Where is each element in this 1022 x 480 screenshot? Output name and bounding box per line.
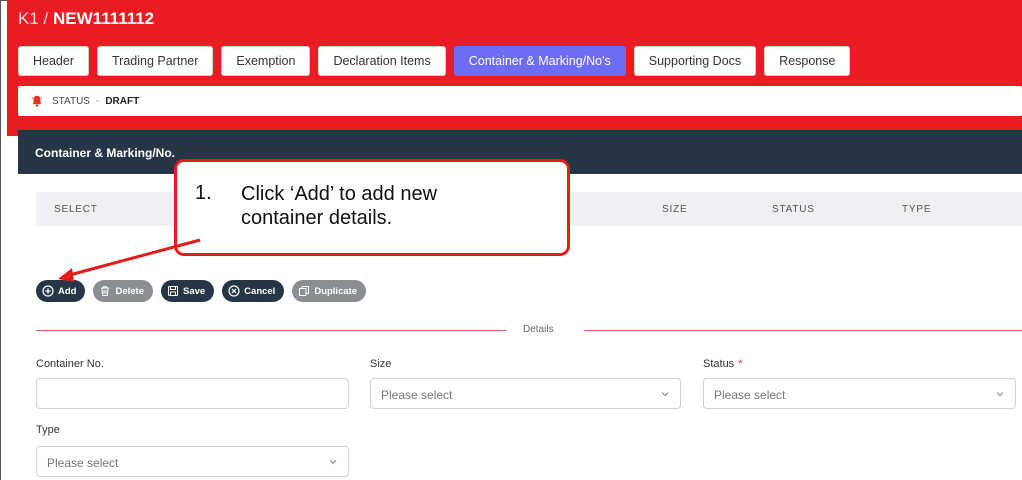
status-field-text: Status: [703, 358, 735, 370]
tab-header[interactable]: Header: [18, 46, 89, 76]
status-bar: STATUS - DRAFT: [18, 86, 1022, 116]
add-button[interactable]: Add: [36, 280, 86, 302]
callout-text: Click ‘Add’ to add new container details…: [241, 182, 437, 230]
divider-line-left: [36, 330, 506, 331]
tab-declaration-items[interactable]: Declaration Items: [318, 46, 446, 76]
add-label: Add: [58, 285, 77, 297]
trash-icon: [101, 286, 110, 296]
save-button[interactable]: Save: [160, 280, 215, 302]
status-separator: -: [95, 95, 100, 107]
declaration-number: NEW1111112: [52, 9, 155, 28]
status-field-label: Status *: [703, 358, 742, 370]
status-select[interactable]: Please select: [703, 378, 1016, 409]
size-select[interactable]: Please select: [370, 378, 681, 409]
floppy-icon: [167, 286, 178, 296]
size-label: Size: [370, 358, 392, 370]
tab-exemption[interactable]: Exemption: [221, 46, 311, 76]
save-label: Save: [182, 285, 206, 297]
delete-button[interactable]: Delete: [93, 280, 153, 302]
page-title: K1 / NEW1111112: [18, 9, 154, 29]
type-select[interactable]: Please select: [36, 446, 349, 477]
x-circle-icon: [228, 285, 240, 297]
container-no-input[interactable]: [36, 378, 349, 409]
container-no-label: Container No.: [36, 358, 104, 370]
plus-circle-icon: [42, 285, 54, 297]
tab-bar: Header Trading Partner Exemption Declara…: [18, 46, 851, 76]
chevron-down-icon: [329, 460, 337, 465]
status-select-value: Please select: [714, 388, 786, 402]
status-badge: DRAFT: [105, 95, 140, 107]
column-size[interactable]: SIZE: [662, 204, 687, 215]
column-select[interactable]: SELECT: [54, 204, 98, 215]
column-status[interactable]: STATUS: [772, 204, 815, 215]
copy-icon: [299, 286, 310, 296]
tab-supporting-docs[interactable]: Supporting Docs: [633, 46, 757, 76]
delete-label: Delete: [115, 285, 144, 297]
cancel-label: Cancel: [244, 285, 276, 297]
duplicate-label: Duplicate: [314, 285, 358, 297]
size-select-value: Please select: [381, 388, 453, 402]
tab-container-marking[interactable]: Container & Marking/No's: [453, 46, 626, 76]
callout-step-number: 1.: [195, 182, 212, 204]
type-label: Type: [36, 424, 60, 436]
breadcrumb[interactable]: K1 /: [18, 9, 48, 28]
callout-line-2: container details.: [241, 207, 393, 229]
callout-line-1: Click ‘Add’ to add new: [241, 183, 438, 205]
divider-line-right: [584, 330, 1022, 331]
tab-trading-partner[interactable]: Trading Partner: [97, 46, 214, 76]
required-asterisk: *: [738, 358, 743, 370]
action-toolbar: Add Delete Save Cancel Duplicate: [36, 280, 367, 302]
chevron-down-icon: [661, 392, 669, 397]
status-label: STATUS: [52, 95, 90, 107]
duplicate-button[interactable]: Duplicate: [292, 280, 367, 302]
bell-icon: [30, 94, 44, 108]
type-select-value: Please select: [47, 456, 119, 470]
details-divider: Details: [36, 324, 1022, 336]
tab-response[interactable]: Response: [764, 46, 851, 76]
details-section-label: Details: [511, 324, 566, 335]
cancel-button[interactable]: Cancel: [222, 280, 285, 302]
column-type[interactable]: TYPE: [902, 204, 931, 215]
instruction-callout: 1. Click ‘Add’ to add new container deta…: [174, 159, 570, 256]
chevron-down-icon: [996, 392, 1004, 397]
